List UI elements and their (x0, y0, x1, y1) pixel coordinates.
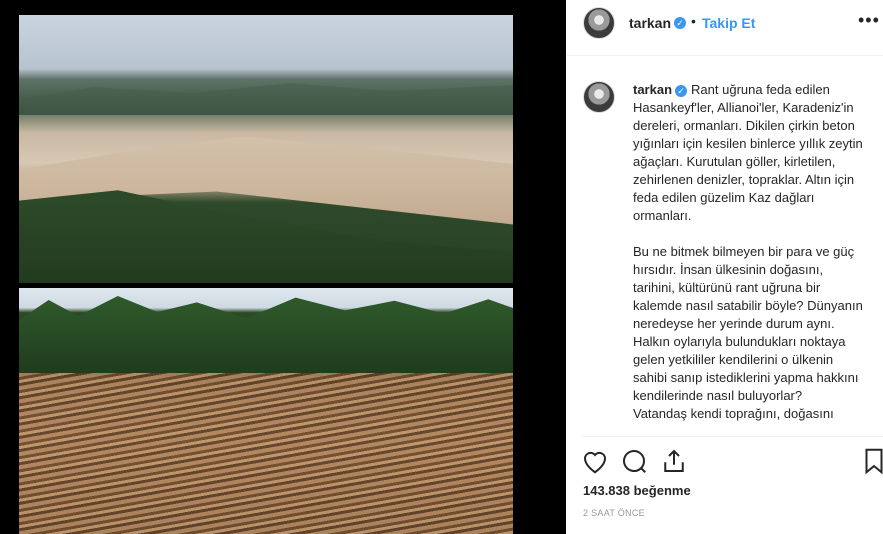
mountain-ridge (19, 83, 513, 115)
post-media (0, 0, 566, 534)
separator-dot: • (691, 13, 696, 29)
follow-button[interactable]: Takip Et (702, 15, 755, 31)
share-icon[interactable] (659, 446, 689, 476)
username-link[interactable]: tarkan (629, 15, 671, 31)
divider (582, 436, 883, 437)
cut-logs-photo (19, 288, 513, 534)
likes-count[interactable]: 143.838 beğenme (583, 483, 691, 498)
comment-icon[interactable] (619, 446, 649, 476)
caption-text-1: Rant uğruna feda edilen Hasankeyf'ler, A… (633, 82, 863, 223)
bookmark-icon[interactable] (859, 446, 883, 476)
caption-avatar[interactable] (583, 81, 615, 113)
verified-badge-icon: ✓ (675, 84, 688, 97)
caption-paragraph-2: Bu ne bitmek bilmeyen bir para ve güç hı… (633, 244, 863, 331)
aerial-clearcut-photo (19, 15, 513, 283)
caption-paragraph-3: Halkın oylarıyla bulundukları noktaya ge… (633, 334, 859, 403)
caption-paragraph-1: tarkan ✓ Rant uğruna feda edilen Hasankeyf… (633, 81, 865, 225)
action-bar (566, 440, 883, 482)
caption-username-link[interactable]: tarkan (633, 82, 672, 97)
log-piles (19, 373, 513, 534)
post-timestamp[interactable]: 2 SAAT ÖNCE (583, 508, 645, 518)
more-options-icon[interactable]: ••• (858, 10, 880, 31)
treeline (19, 296, 513, 376)
post-side-panel: tarkan ✓ • Takip Et ••• tarkan ✓ Rant uğru… (566, 0, 883, 534)
caption: tarkan ✓ Rant uğruna feda edilen Hasankeyf… (633, 81, 865, 423)
verified-badge-icon: ✓ (674, 17, 686, 29)
avatar[interactable] (583, 7, 615, 39)
comments-area[interactable]: tarkan ✓ Rant uğruna feda edilen Hasankeyf… (566, 56, 883, 436)
post-header: tarkan ✓ • Takip Et ••• (566, 0, 883, 56)
caption-paragraph-4: Vatandaş kendi toprağını, doğasını (633, 406, 834, 421)
heart-icon[interactable] (580, 446, 610, 476)
